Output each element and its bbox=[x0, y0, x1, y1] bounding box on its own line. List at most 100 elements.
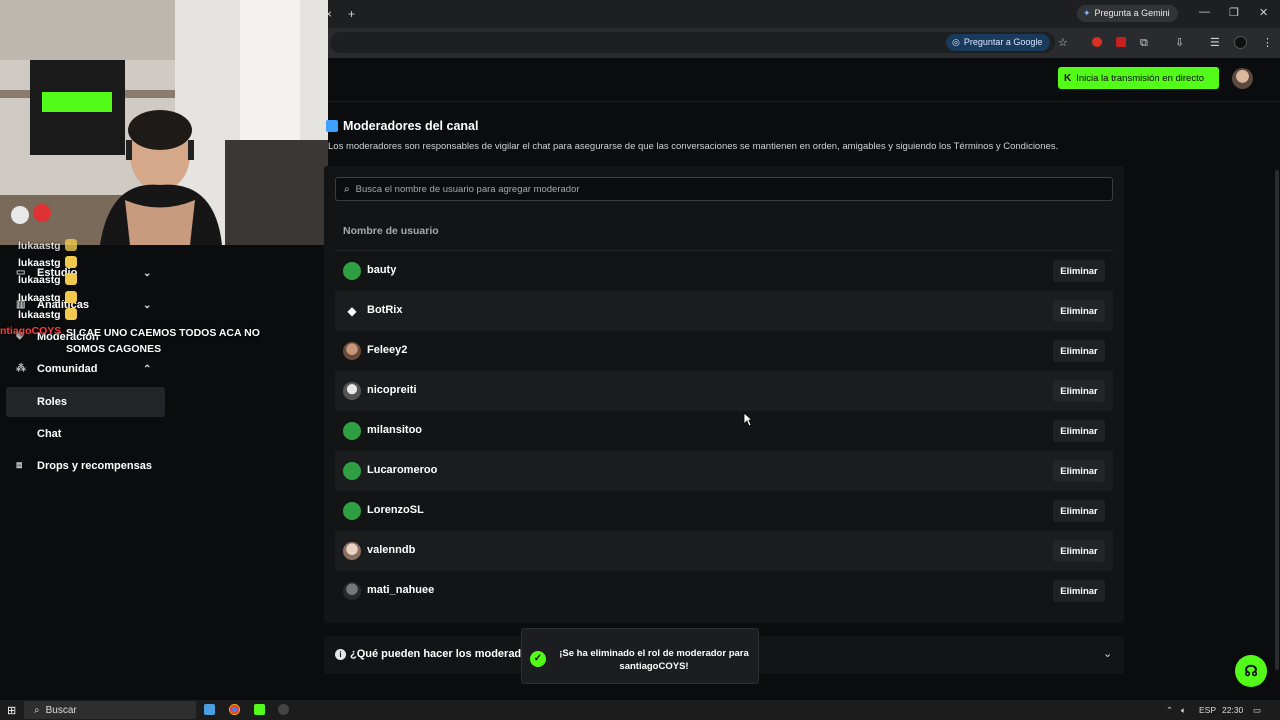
chrome-icon[interactable] bbox=[229, 704, 240, 715]
moderator-row: Lucaromeroo Eliminar bbox=[335, 451, 1113, 491]
chevron-down-icon: ⌄ bbox=[1103, 648, 1113, 660]
notification-icon[interactable]: ▭ bbox=[1253, 705, 1261, 716]
bot-icon: ◆ bbox=[347, 304, 357, 318]
remove-moderator-button[interactable]: Eliminar bbox=[1053, 420, 1105, 442]
emote-icon bbox=[64, 256, 77, 268]
user-avatar[interactable] bbox=[1232, 68, 1253, 89]
chat-text: SI CAE UNO CAEMOS TODOS ACA NO SOMOS CAG… bbox=[66, 327, 260, 355]
remove-moderator-button[interactable]: Eliminar bbox=[1053, 340, 1105, 362]
webcam-overlay bbox=[0, 0, 328, 245]
emote-icon bbox=[64, 239, 77, 251]
chat-overlay-message: lukaastg bbox=[18, 256, 77, 269]
chat-username: lukaastg bbox=[18, 257, 61, 269]
sidebar-item-comunidad[interactable]: ⁂ Comunidad ⌃ bbox=[0, 354, 165, 384]
check-icon: ✓ bbox=[530, 651, 546, 667]
gemini-button[interactable]: ✦ Pregunta a Gemini bbox=[1077, 5, 1178, 22]
bookmark-star-icon[interactable]: ☆ bbox=[1058, 35, 1068, 51]
downloads-icon[interactable]: ⇩ bbox=[1175, 35, 1184, 51]
moderator-row: milansitoo Eliminar bbox=[335, 411, 1113, 451]
sidebar-item-label: Comunidad bbox=[37, 363, 98, 375]
moderator-row: ◆ BotRix Eliminar bbox=[335, 291, 1113, 331]
moderator-row: mati_nahuee Eliminar bbox=[335, 571, 1113, 611]
clock[interactable]: 22:30 bbox=[1222, 705, 1243, 715]
chat-username: lukaastg bbox=[18, 240, 61, 252]
extensions-puzzle-icon[interactable]: ⧉ bbox=[1140, 35, 1148, 51]
column-header-username: Nombre de usuario bbox=[343, 225, 439, 237]
moderator-username: Lucaromeroo bbox=[367, 464, 438, 476]
close-window-icon[interactable]: ✕ bbox=[1259, 6, 1268, 19]
avatar bbox=[343, 582, 361, 600]
faq-label: ¿Qué pueden hacer los moderado bbox=[350, 648, 528, 660]
obs-icon[interactable] bbox=[278, 704, 289, 715]
start-stream-label: Inicia la transmisión en directo bbox=[1076, 72, 1205, 84]
moderators-section-icon bbox=[326, 120, 338, 132]
gemini-label: Pregunta a Gemini bbox=[1094, 8, 1170, 18]
chat-username: lukaastg bbox=[18, 309, 61, 321]
extension-recorder-icon[interactable] bbox=[1116, 37, 1126, 47]
avatar bbox=[343, 542, 361, 560]
search-input[interactable] bbox=[355, 183, 1056, 195]
remove-moderator-button[interactable]: Eliminar bbox=[1053, 580, 1105, 602]
start-stream-button[interactable]: K Inicia la transmisión en directo bbox=[1058, 67, 1219, 89]
community-icon: ⁂ bbox=[16, 363, 26, 374]
remove-moderator-button[interactable]: Eliminar bbox=[1053, 540, 1105, 562]
volume-icon[interactable]: 🔈︎ bbox=[1181, 705, 1186, 716]
emote-icon bbox=[64, 308, 77, 320]
section-title: Moderadores del canal bbox=[343, 119, 479, 133]
kick-logo-icon: K bbox=[1064, 72, 1072, 84]
moderator-username: valenndb bbox=[367, 544, 416, 556]
windows-start-icon[interactable]: ⊞ bbox=[7, 704, 16, 717]
kick-app-icon[interactable] bbox=[254, 704, 265, 715]
headset-icon: ☊ bbox=[1244, 663, 1258, 680]
support-chat-button[interactable]: ☊ bbox=[1235, 655, 1267, 687]
sidebar-item-drops[interactable]: ⧈ Drops y recompensas bbox=[0, 451, 165, 481]
remove-moderator-button[interactable]: Eliminar bbox=[1053, 500, 1105, 522]
remove-moderator-button[interactable]: Eliminar bbox=[1053, 300, 1105, 322]
tray-chevron-icon[interactable]: ⌃ bbox=[1166, 705, 1173, 716]
gemini-icon: ✦ bbox=[1083, 8, 1091, 18]
moderator-username: nicopreiti bbox=[367, 384, 417, 396]
moderator-username: BotRix bbox=[367, 304, 403, 316]
moderator-search-box[interactable]: ⌕ bbox=[335, 177, 1113, 201]
menu-kebab-icon[interactable]: ⋮ bbox=[1262, 35, 1273, 51]
remove-moderator-button[interactable]: Eliminar bbox=[1053, 260, 1105, 282]
moderator-username: Feleey2 bbox=[367, 344, 408, 356]
toast-notification: ✓ ¡Se ha eliminado el rol de moderador p… bbox=[521, 628, 759, 684]
sidebar-item-roles[interactable]: Roles bbox=[6, 387, 165, 417]
profile-icon[interactable] bbox=[1234, 36, 1247, 49]
chevron-down-icon: ⌄ bbox=[143, 299, 152, 311]
taskbar-search-label: Buscar bbox=[45, 704, 77, 716]
chat-overlay-message: lukaastg bbox=[18, 239, 77, 252]
ask-google-button[interactable]: ◎ Preguntar a Google bbox=[946, 34, 1051, 51]
webcam-image bbox=[0, 0, 328, 245]
chat-username: lukaastg bbox=[18, 274, 61, 286]
sidebar-item-chat[interactable]: Chat bbox=[0, 419, 165, 449]
moderator-row: valenndb Eliminar bbox=[335, 531, 1113, 571]
desktop-app-icon[interactable] bbox=[204, 704, 215, 715]
remove-moderator-button[interactable]: Eliminar bbox=[1053, 380, 1105, 402]
moderator-username: bauty bbox=[367, 264, 397, 276]
moderator-row: LorenzoSL Eliminar bbox=[335, 491, 1113, 531]
mouse-cursor-icon bbox=[743, 412, 753, 427]
toast-message: ¡Se ha eliminado el rol de moderador par… bbox=[559, 648, 749, 672]
scrollbar-thumb[interactable] bbox=[1275, 170, 1279, 670]
extension-red-icon[interactable] bbox=[1092, 37, 1102, 47]
moderator-row: Feleey2 Eliminar bbox=[335, 331, 1113, 371]
chat-username: ntiagoCOYS bbox=[0, 325, 62, 337]
restore-icon[interactable]: ❐ bbox=[1229, 6, 1239, 19]
gift-icon: ⧈ bbox=[16, 460, 23, 471]
chat-overlay-message: lukaastg bbox=[18, 291, 77, 304]
ask-google-label: Preguntar a Google bbox=[963, 37, 1043, 47]
avatar bbox=[343, 342, 361, 360]
chat-username: lukaastg bbox=[18, 292, 61, 304]
chat-overlay-message: lukaastg bbox=[18, 308, 77, 321]
emote-icon bbox=[64, 273, 77, 285]
media-icon[interactable]: ☰ bbox=[1210, 35, 1220, 51]
language-indicator[interactable]: ESP bbox=[1199, 705, 1216, 715]
remove-moderator-button[interactable]: Eliminar bbox=[1053, 460, 1105, 482]
minimize-icon[interactable]: — bbox=[1199, 6, 1210, 18]
screen: × + ✦ Pregunta a Gemini — ❐ ✕ ◎ Pregunta… bbox=[0, 0, 1280, 720]
info-icon: i bbox=[335, 649, 346, 660]
taskbar-search[interactable]: ⌕ Buscar bbox=[24, 701, 196, 719]
new-tab-button[interactable]: + bbox=[348, 6, 355, 22]
